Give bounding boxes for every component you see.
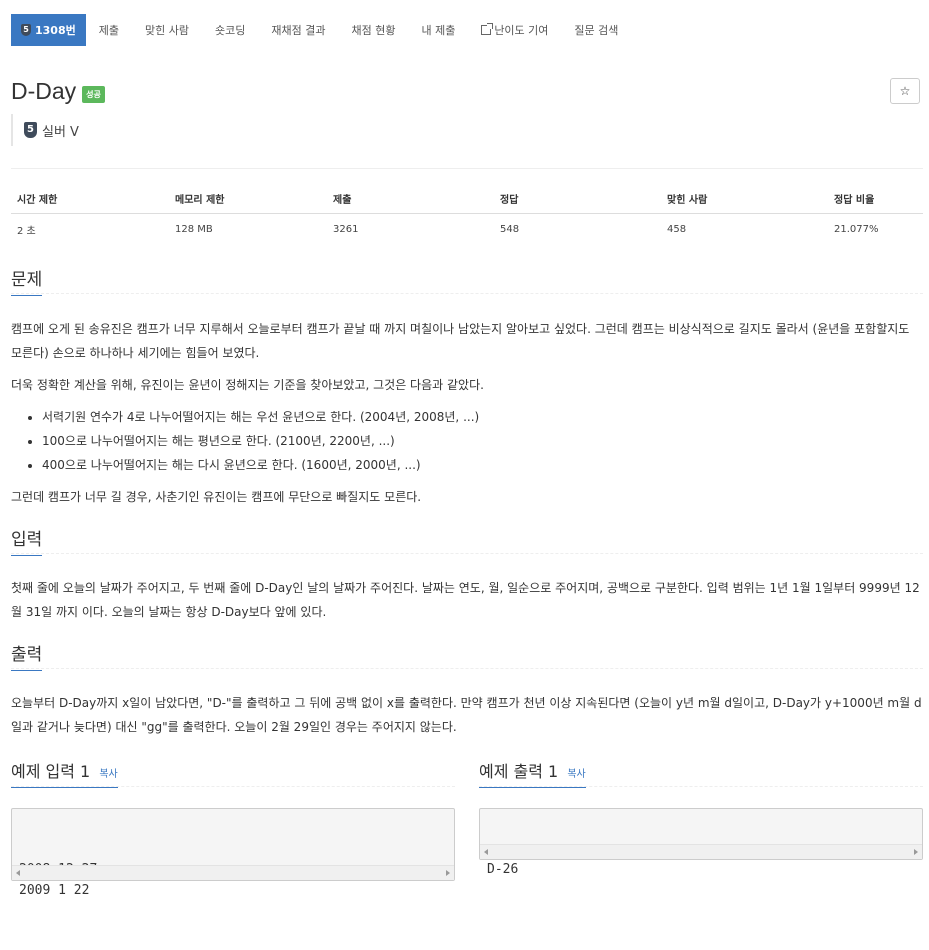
problem-info-table: 시간 제한 메모리 제한 제출 정답 맞힌 사람 정답 비율 2 초 128 M… bbox=[11, 186, 923, 245]
status-badge: 성공 bbox=[82, 86, 105, 103]
header-submissions: 제출 bbox=[327, 186, 494, 214]
problem-nav: 5 1308번 제출 맞힌 사람 숏코딩 재채점 결과 채점 현황 내 제출 난… bbox=[11, 14, 631, 46]
nav-short-coding[interactable]: 숏코딩 bbox=[202, 14, 258, 46]
sample-input-title: 예제 입력 1 bbox=[11, 762, 91, 781]
problem-description-1: 캠프에 오게 된 송유진은 캠프가 너무 지루해서 오늘로부터 캠프가 끝날 때… bbox=[11, 322, 910, 360]
nav-question-search[interactable]: 질문 검색 bbox=[561, 14, 631, 46]
sample-input-header: 예제 입력 1 복사 bbox=[11, 758, 455, 788]
scroll-left-icon[interactable] bbox=[16, 870, 20, 876]
problem-section-header: 문제 bbox=[11, 265, 923, 296]
silver-tier-icon: 5 bbox=[24, 122, 37, 138]
value-time-limit: 2 초 bbox=[17, 226, 36, 237]
sample-input-box[interactable]: 2008 12 27 2009 1 22 bbox=[11, 808, 455, 898]
nav-solved-users[interactable]: 맞힌 사람 bbox=[132, 14, 202, 46]
list-item: 서력기원 연수가 4로 나누어떨어지는 해는 우선 윤년으로 한다. (2004… bbox=[42, 405, 479, 429]
header-time-limit: 시간 제한 bbox=[11, 186, 169, 214]
input-description: 첫째 줄에 오늘의 날짜가 주어지고, 두 번째 줄에 D-Day인 날의 날짜… bbox=[11, 581, 920, 619]
nav-judge-status[interactable]: 채점 현황 bbox=[338, 14, 408, 46]
problem-title: D-Day bbox=[11, 78, 77, 104]
scroll-left-icon[interactable] bbox=[484, 849, 488, 855]
value-memory-limit: 128 MB bbox=[175, 224, 213, 235]
scroll-right-icon[interactable] bbox=[446, 870, 450, 876]
input-section-title: 입력 bbox=[11, 525, 43, 556]
difficulty-contribution-label: 난이도 기여 bbox=[494, 24, 549, 37]
sample-output-text: D-26 bbox=[487, 859, 915, 880]
star-icon: ☆ bbox=[899, 84, 911, 98]
list-item: 400으로 나누어떨어지는 해는 다시 윤년으로 한다. (1600년, 200… bbox=[42, 453, 479, 477]
copy-sample-input-button[interactable]: 복사 bbox=[99, 769, 117, 780]
problem-description-3: 그런데 캠프가 너무 길 경우, 사춘기인 유진이는 캠프에 무단으로 빠질지도… bbox=[11, 490, 422, 504]
nav-my-submissions[interactable]: 내 제출 bbox=[408, 14, 468, 46]
problem-description-2: 더욱 정확한 계산을 위해, 유진이는 윤년이 정해지는 기준을 찾아보았고, … bbox=[11, 378, 484, 392]
sample-output-header: 예제 출력 1 복사 bbox=[479, 758, 923, 788]
favorite-star-button[interactable]: ☆ bbox=[890, 78, 920, 104]
header-memory-limit: 메모리 제한 bbox=[169, 186, 327, 214]
header-solved-users: 맞힌 사람 bbox=[661, 186, 828, 214]
tier-label: 실버 V bbox=[42, 124, 79, 140]
nav-rejudge-results[interactable]: 재채점 결과 bbox=[258, 14, 338, 46]
nav-problem-number[interactable]: 5 1308번 bbox=[11, 14, 86, 46]
header-accept-ratio: 정답 비율 bbox=[828, 186, 923, 214]
external-link-icon bbox=[481, 23, 494, 35]
sample-output-title: 예제 출력 1 bbox=[479, 762, 559, 781]
horizontal-scrollbar[interactable] bbox=[480, 844, 922, 859]
list-item: 100으로 나누어떨어지는 해는 평년으로 한다. (2100년, 2200년,… bbox=[42, 429, 479, 453]
copy-sample-output-button[interactable]: 복사 bbox=[567, 769, 585, 780]
table-row: 2 초 128 MB 3261 548 458 21.077% bbox=[11, 214, 923, 246]
value-solved-users: 458 bbox=[667, 224, 687, 235]
problem-tier: 5 실버 V bbox=[11, 114, 79, 146]
output-section-header: 출력 bbox=[11, 640, 923, 671]
sample-input-title-wrap: 예제 입력 1 복사 bbox=[11, 758, 118, 788]
scroll-right-icon[interactable] bbox=[914, 849, 918, 855]
output-section-title: 출력 bbox=[11, 640, 43, 671]
table-header-row: 시간 제한 메모리 제한 제출 정답 맞힌 사람 정답 비율 bbox=[11, 186, 923, 214]
value-submissions: 3261 bbox=[333, 224, 359, 235]
sample-output-title-wrap: 예제 출력 1 복사 bbox=[479, 758, 586, 788]
nav-difficulty-contribution[interactable]: 난이도 기여 bbox=[468, 14, 561, 46]
sample-output-box[interactable]: D-26 bbox=[479, 808, 923, 877]
problem-section-title: 문제 bbox=[11, 265, 43, 296]
nav-submit[interactable]: 제출 bbox=[86, 14, 132, 46]
value-accept-ratio: 21.077% bbox=[834, 224, 879, 235]
problem-number-label: 1308번 bbox=[35, 24, 76, 37]
horizontal-scrollbar[interactable] bbox=[12, 865, 454, 880]
problem-title-row: D-Day 성공 bbox=[11, 78, 105, 105]
input-section-header: 입력 bbox=[11, 525, 923, 556]
output-description: 오늘부터 D-Day까지 x일이 남았다면, "D-"를 출력하고 그 뒤에 공… bbox=[11, 696, 922, 734]
leap-year-rules: 서력기원 연수가 4로 나누어떨어지는 해는 우선 윤년으로 한다. (2004… bbox=[11, 405, 479, 477]
header-accepted: 정답 bbox=[494, 186, 661, 214]
divider bbox=[11, 168, 923, 169]
silver-tier-icon: 5 bbox=[21, 24, 31, 36]
value-accepted: 548 bbox=[500, 224, 520, 235]
